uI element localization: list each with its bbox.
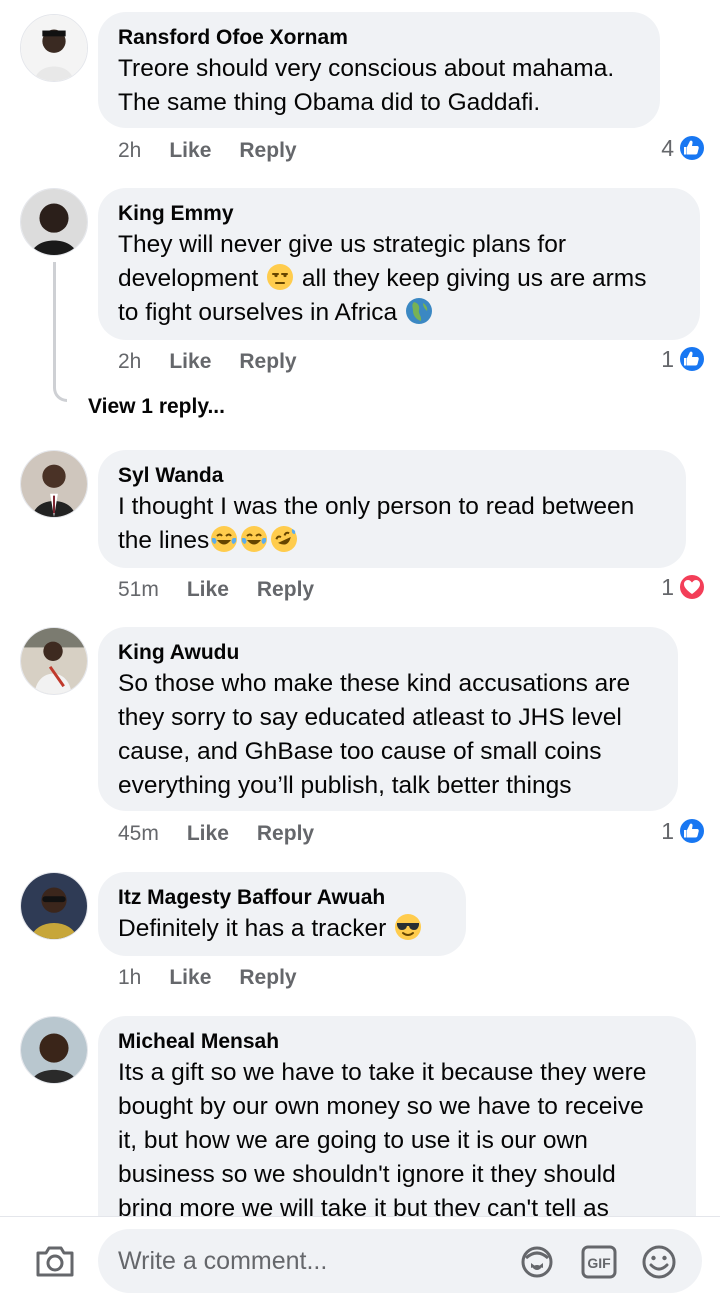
comment-text: Definitely it has a tracker [118,912,446,946]
avatar[interactable] [20,188,88,256]
comment-bubble: Ransford Ofoe Xornam Treore should very … [98,12,660,128]
comment-line: Its a gift so we have to take it because… [118,1059,647,1086]
comment-line: The same thing Obama did to Gaddafi. [118,89,541,116]
reply-button[interactable]: Reply [239,139,296,163]
comment-time[interactable]: 2h [118,139,141,163]
comment-author[interactable]: King Awudu [118,641,658,665]
like-button[interactable]: Like [169,139,211,163]
reaction-count: 1 [661,573,674,600]
tears-of-joy-emoji-icon [240,525,268,553]
comment-line: Definitely it has a tracker [118,915,394,942]
avatar[interactable] [20,627,88,695]
comment-line: I thought I was the only person to read … [118,493,635,520]
comment-author[interactable]: Micheal Mensah [118,1030,676,1054]
comment-line: to fight ourselves in Africa [118,299,404,326]
comment-time[interactable]: 2h [118,350,141,374]
reply-button[interactable]: Reply [257,822,314,846]
like-reaction-icon [678,817,706,845]
comment-text: I thought I was the only person to read … [118,490,666,558]
comment-line: business so we shouldn't ignore it they … [118,1161,616,1188]
svg-text:GIF: GIF [587,1255,611,1271]
comment-bubble: Syl Wanda I thought I was the only perso… [98,450,686,568]
comment-author[interactable]: Ransford Ofoe Xornam [118,26,640,50]
comment-composer: GIF [0,1216,720,1305]
reply-button[interactable]: Reply [257,578,314,602]
comment-line: development [118,265,266,292]
like-reaction-icon [678,345,706,373]
comment-line: everything you’ll publish, talk better t… [118,772,572,799]
love-reaction-icon [678,573,706,601]
comment-text: So those who make these kind accusations… [118,667,658,803]
comment-input[interactable] [118,1229,498,1293]
reaction-count: 4 [661,134,674,161]
comment-meta: 1h Like Reply [118,966,297,990]
comment-line: So those who make these kind accusations… [118,670,631,697]
reaction-summary[interactable]: 1 [661,817,706,845]
camera-icon[interactable] [34,1243,76,1279]
comment-author[interactable]: Itz Magesty Baffour Awuah [118,886,446,910]
comment-time[interactable]: 1h [118,966,141,990]
comment-meta: 2h Like Reply [118,139,297,163]
comment-meta: 45m Like Reply [118,822,314,846]
like-button[interactable]: Like [187,578,229,602]
comment-text: Its a gift so we have to take it because… [118,1056,676,1226]
comment-bubble: King Awudu So those who make these kind … [98,627,678,811]
reaction-summary[interactable]: 4 [661,134,706,162]
globe-africa-emoji-icon [405,297,433,325]
reaction-summary[interactable]: 1 [661,573,706,601]
reply-thread-line [53,262,67,402]
comment-line: it, but how we are going to use it is ou… [118,1127,588,1154]
unamused-face-emoji-icon [266,263,294,291]
comment-line: They will never give us strategic plans … [118,231,566,258]
like-button[interactable]: Like [169,350,211,374]
avatar[interactable] [20,450,88,518]
comment-bubble: King Emmy They will never give us strate… [98,188,700,340]
reaction-summary[interactable]: 1 [661,345,706,373]
reaction-count: 1 [661,345,674,372]
avatar[interactable] [20,872,88,940]
comment-author[interactable]: Syl Wanda [118,464,666,488]
avatar-sticker-icon[interactable] [518,1244,556,1280]
comment-time[interactable]: 51m [118,578,159,602]
comment-text: Treore should very conscious about maham… [118,52,640,120]
rolling-laughing-emoji-icon [270,525,298,553]
sunglasses-face-emoji-icon [394,913,422,941]
comment-line: all they keep giving us are arms [295,265,647,292]
comment-line: bought by our own money so we have to re… [118,1093,644,1120]
tears-of-joy-emoji-icon [210,525,238,553]
comment-meta: 2h Like Reply [118,350,297,374]
avatar[interactable] [20,14,88,82]
like-button[interactable]: Like [169,966,211,990]
comment-line: they sorry to say educated atleast to JH… [118,704,622,731]
like-reaction-icon [678,134,706,162]
comment-bubble: Itz Magesty Baffour Awuah Definitely it … [98,872,466,956]
reply-button[interactable]: Reply [239,350,296,374]
comment-line: the lines [118,527,210,554]
comment-line: cause, and GhBase too cause of small coi… [118,738,602,765]
comment-line: Treore should very conscious about maham… [118,55,615,82]
emoji-icon[interactable] [640,1244,678,1280]
comment-text: They will never give us strategic plans … [118,228,680,330]
reaction-count: 1 [661,817,674,844]
comment-meta: 51m Like Reply [118,578,314,602]
comment-author[interactable]: King Emmy [118,202,680,226]
comment-bubble: Micheal Mensah Its a gift so we have to … [98,1016,696,1246]
reply-button[interactable]: Reply [239,966,296,990]
view-replies-link[interactable]: View 1 reply... [88,395,225,419]
comment-input-box[interactable]: GIF [98,1229,702,1293]
like-button[interactable]: Like [187,822,229,846]
gif-icon[interactable]: GIF [580,1244,618,1280]
comment-time[interactable]: 45m [118,822,159,846]
avatar[interactable] [20,1016,88,1084]
